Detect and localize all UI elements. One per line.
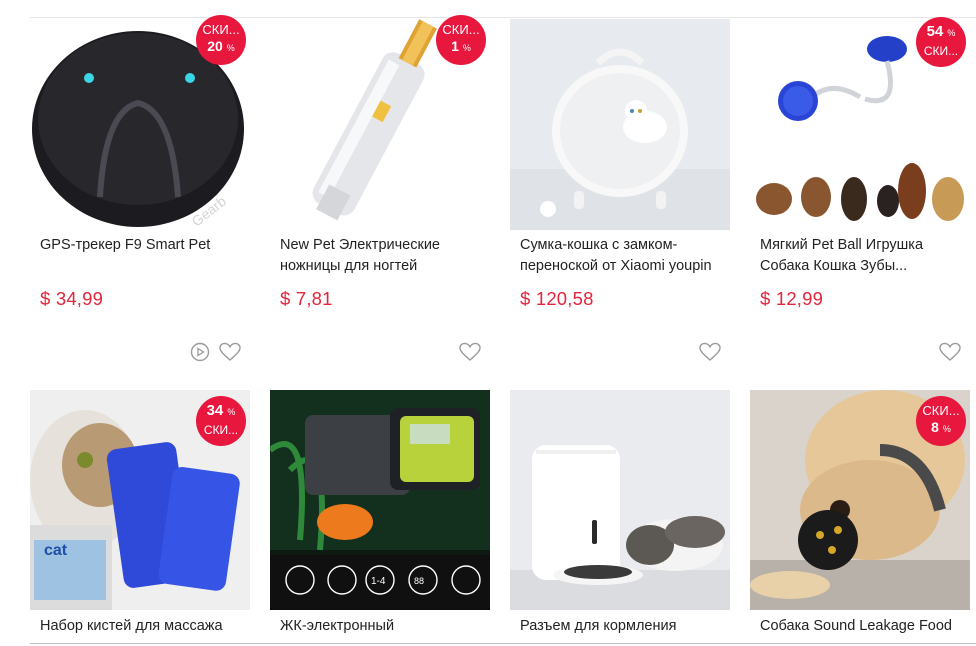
product-title[interactable]: Набор кистей для массажа (40, 616, 245, 637)
bottom-divider (30, 643, 976, 644)
product-image[interactable] (510, 390, 730, 610)
product-image[interactable] (510, 19, 730, 230)
product-price: $ 7,81 (280, 288, 333, 309)
discount-badge: 54 % СКИ... (916, 17, 966, 67)
svg-text:1-4: 1-4 (371, 576, 386, 587)
top-divider (30, 17, 976, 18)
product-price: $ 12,99 (760, 288, 824, 309)
discount-badge: СКИ... 8 % (916, 396, 966, 446)
svg-text:cat: cat (44, 542, 68, 559)
product-title[interactable]: GPS-трекер F9 Smart Pet (40, 235, 245, 256)
product-title[interactable]: ЖК-электронный (280, 616, 485, 637)
play-circle-icon[interactable] (190, 342, 210, 362)
heart-outline-icon[interactable] (219, 342, 241, 362)
product-price: $ 34,99 (40, 288, 104, 309)
product-image[interactable]: 1-4 88 (270, 390, 490, 610)
discount-badge: СКИ... 20 % (196, 15, 246, 65)
svg-text:88: 88 (414, 576, 424, 586)
heart-outline-icon[interactable] (939, 342, 961, 362)
product-title[interactable]: Мягкий Pet Ball Игрушка Собака Кошка Зуб… (760, 235, 965, 277)
product-price: $ 120,58 (520, 288, 594, 309)
product-title[interactable]: Сумка-кошка с замком-переноской от Xiaom… (520, 235, 725, 277)
discount-badge: СКИ... 1 % (436, 15, 486, 65)
product-title[interactable]: New Pet Электрические ножницы для ногтей (280, 235, 485, 277)
product-title[interactable]: Собака Sound Leakage Food (760, 616, 965, 637)
heart-outline-icon[interactable] (459, 342, 481, 362)
product-title[interactable]: Разъем для кормления (520, 616, 725, 637)
discount-badge: 34 % СКИ... (196, 396, 246, 446)
heart-outline-icon[interactable] (699, 342, 721, 362)
